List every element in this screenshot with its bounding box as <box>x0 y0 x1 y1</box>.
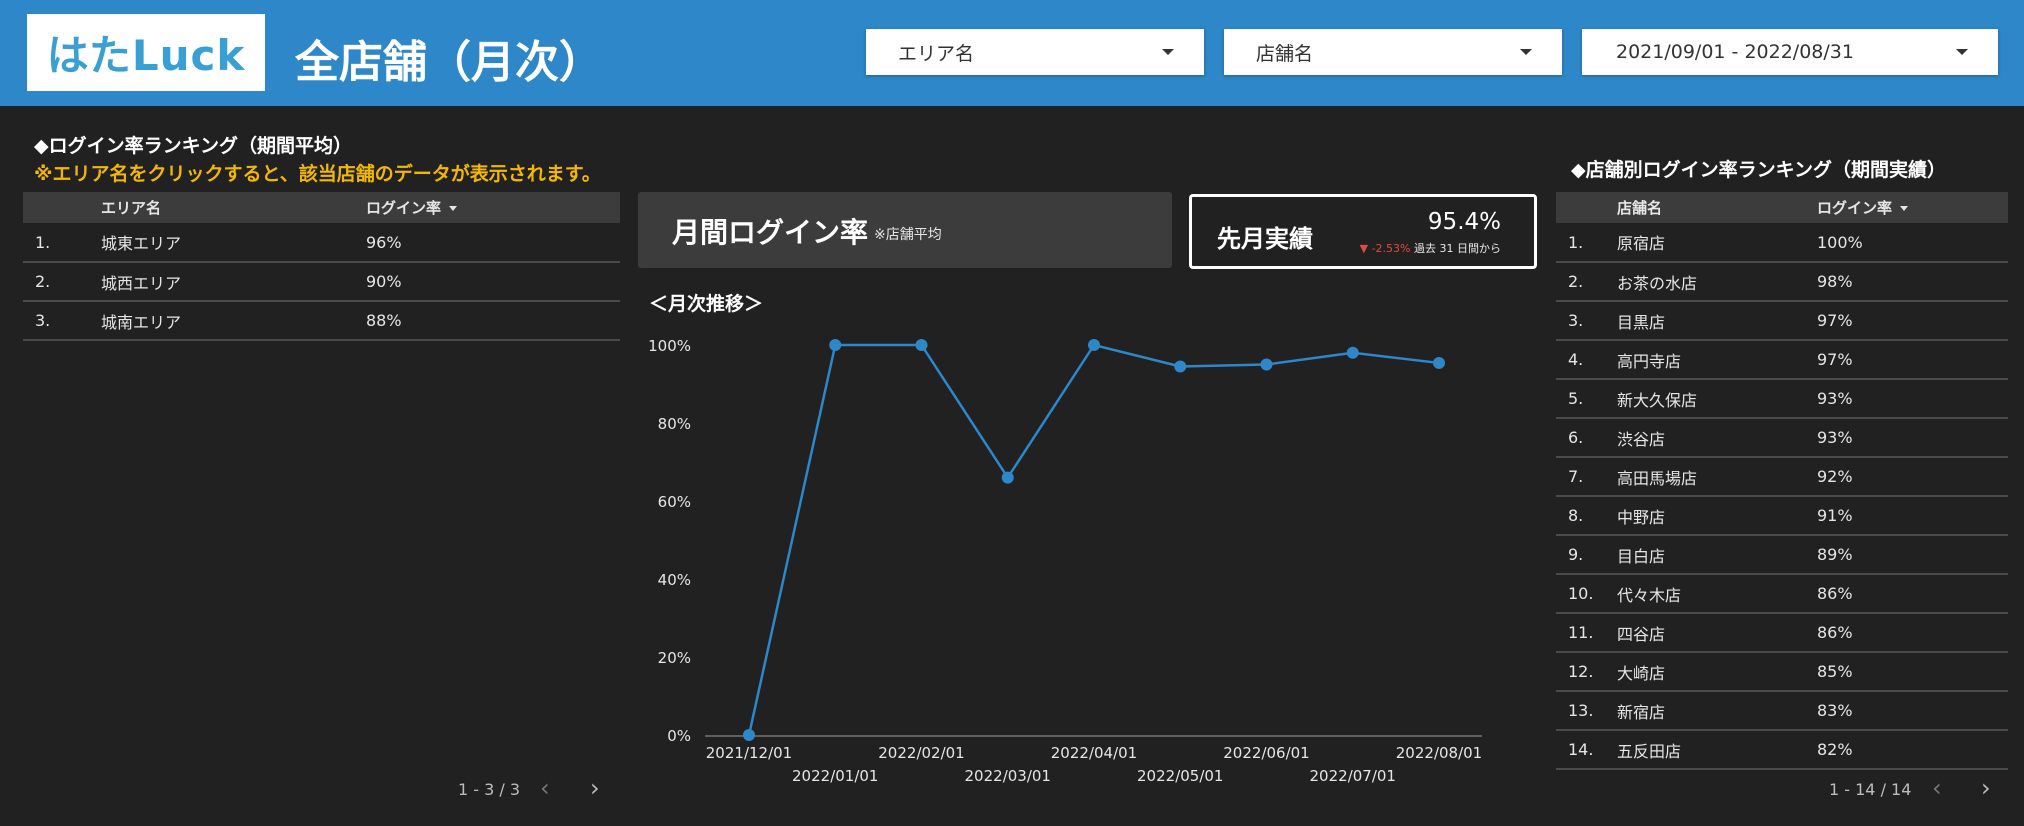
cell-rate: 83% <box>1817 691 2008 731</box>
cell-rank: 5. <box>1556 379 1617 419</box>
x-tick-label: 2022/05/01 <box>1137 767 1223 785</box>
data-point <box>829 339 842 351</box>
cell-rank: 4. <box>1556 340 1617 380</box>
cell-name: 高田馬場店 <box>1617 457 1817 497</box>
sort-desc-icon <box>1900 206 1909 211</box>
cell-name: 高円寺店 <box>1617 340 1817 380</box>
table-row[interactable]: 2. お茶の水店 98% <box>1556 262 2008 302</box>
data-point <box>1174 360 1187 373</box>
cell-rank: 11. <box>1556 613 1617 653</box>
table-row[interactable]: 7. 高田馬場店 92% <box>1556 457 2008 497</box>
cell-rank: 10. <box>1556 574 1617 614</box>
cell-name: 目黒店 <box>1617 301 1817 341</box>
cell-rate: 92% <box>1817 457 2008 497</box>
table-row[interactable]: 4. 高円寺店 97% <box>1556 340 2008 380</box>
table-row[interactable]: 12. 大崎店 85% <box>1556 652 2008 692</box>
cell-rate: 93% <box>1817 418 2008 458</box>
rank-column-header <box>1556 192 1617 223</box>
y-tick-label: 80% <box>658 415 691 433</box>
cell-rank: 3. <box>1556 301 1617 341</box>
data-point <box>1260 358 1273 371</box>
next-page-icon[interactable]: › <box>1981 774 1991 802</box>
table-row[interactable]: 13. 新宿店 83% <box>1556 691 2008 731</box>
cell-rate: 91% <box>1817 496 2008 536</box>
series-line <box>747 343 1440 736</box>
store-ranking-table: 店舗名 ログイン率 1. 原宿店 100% 2. お茶の水店 98% 3. 目黒店 97% 4. 高… <box>1556 192 2008 770</box>
data-point <box>1001 471 1014 484</box>
cell-name: 新大久保店 <box>1617 379 1817 419</box>
cell-rate: 86% <box>1817 613 2008 653</box>
y-tick-label: 100% <box>648 337 691 355</box>
cell-name: 新宿店 <box>1617 691 1817 731</box>
data-point <box>915 339 928 351</box>
table-row[interactable]: 3. 目黒店 97% <box>1556 301 2008 341</box>
table-row[interactable]: 8. 中野店 91% <box>1556 496 2008 536</box>
data-point <box>1346 346 1359 359</box>
x-tick-label: 2022/03/01 <box>965 767 1051 785</box>
table-row[interactable]: 14. 五反田店 82% <box>1556 730 2008 770</box>
table-row[interactable]: 6. 渋谷店 93% <box>1556 418 2008 458</box>
prev-page-icon[interactable]: ‹ <box>1932 774 1942 802</box>
x-tick-label: 2022/04/01 <box>1051 744 1137 762</box>
table-row[interactable]: 9. 目白店 89% <box>1556 535 2008 575</box>
cell-rank: 8. <box>1556 496 1617 536</box>
cell-name: 代々木店 <box>1617 574 1817 614</box>
cell-rate: 86% <box>1817 574 2008 614</box>
x-tick-label: 2022/01/01 <box>792 767 878 785</box>
x-tick-label: 2022/06/01 <box>1223 744 1309 762</box>
cell-rank: 14. <box>1556 730 1617 770</box>
store-name-column-header[interactable]: 店舗名 <box>1617 192 1817 223</box>
table-row[interactable]: 5. 新大久保店 93% <box>1556 379 2008 419</box>
y-tick-label: 0% <box>667 727 691 745</box>
cell-name: 大崎店 <box>1617 652 1817 692</box>
cell-rate: 97% <box>1817 301 2008 341</box>
data-point <box>743 729 755 741</box>
x-tick-label: 2022/02/01 <box>878 744 964 762</box>
cell-name: 四谷店 <box>1617 613 1817 653</box>
cell-rank: 1. <box>1556 223 1617 263</box>
cell-rate: 82% <box>1817 730 2008 770</box>
cell-rate: 93% <box>1817 379 2008 419</box>
y-tick-label: 40% <box>658 571 691 589</box>
cell-rate: 85% <box>1817 652 2008 692</box>
cell-rank: 12. <box>1556 652 1617 692</box>
cell-rank: 6. <box>1556 418 1617 458</box>
cell-name: 五反田店 <box>1617 730 1817 770</box>
cell-name: 原宿店 <box>1617 223 1817 263</box>
cell-rank: 13. <box>1556 691 1617 731</box>
cell-name: 中野店 <box>1617 496 1817 536</box>
cell-rate: 100% <box>1817 223 2008 263</box>
cell-rate: 89% <box>1817 535 2008 575</box>
x-tick-label: 2021/12/01 <box>706 744 792 762</box>
table-row[interactable]: 10. 代々木店 86% <box>1556 574 2008 614</box>
cell-rank: 2. <box>1556 262 1617 302</box>
data-point <box>1433 356 1445 369</box>
table-header-row: 店舗名 ログイン率 <box>1556 192 2008 223</box>
cell-rate: 97% <box>1817 340 2008 380</box>
data-point <box>1088 339 1100 351</box>
cell-rank: 7. <box>1556 457 1617 497</box>
cell-rate: 98% <box>1817 262 2008 302</box>
cell-name: 目白店 <box>1617 535 1817 575</box>
table-row[interactable]: 1. 原宿店 100% <box>1556 223 2008 263</box>
y-tick-label: 60% <box>658 493 691 511</box>
cell-rank: 9. <box>1556 535 1617 575</box>
login-rate-column-header[interactable]: ログイン率 <box>1817 192 2008 223</box>
cell-name: 渋谷店 <box>1617 418 1817 458</box>
y-tick-label: 20% <box>658 649 691 667</box>
x-tick-label: 2022/07/01 <box>1310 767 1396 785</box>
table-row[interactable]: 11. 四谷店 86% <box>1556 613 2008 653</box>
cell-name: お茶の水店 <box>1617 262 1817 302</box>
store-table-pager: 1 - 14 / 14 <box>1829 780 1912 799</box>
store-ranking-title: ◆店舗別ログイン率ランキング（期間実績） <box>1571 159 1947 181</box>
x-tick-label: 2022/08/01 <box>1396 744 1482 762</box>
